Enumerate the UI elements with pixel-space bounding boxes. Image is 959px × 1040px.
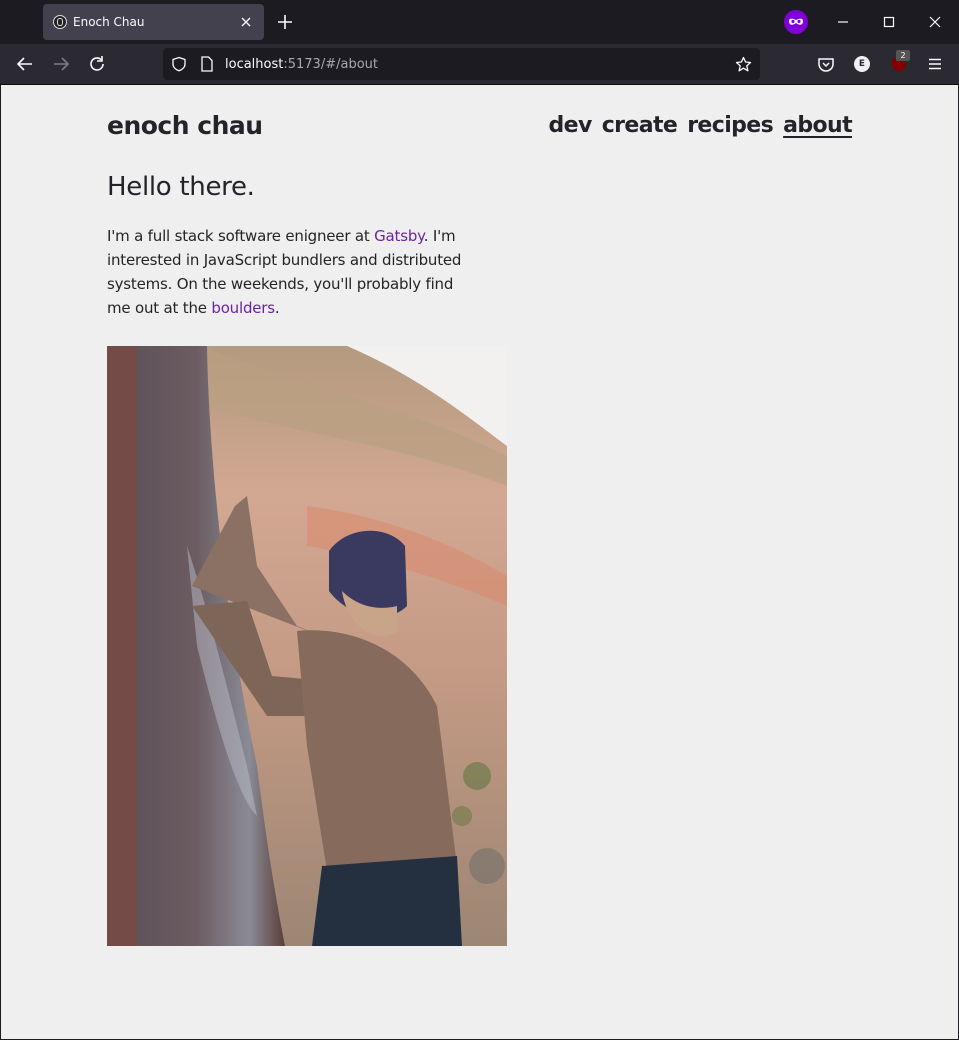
page-viewport: enoch chau dev create recipes about Hell…: [1, 85, 958, 1039]
nav-link-recipes[interactable]: recipes: [687, 113, 774, 138]
star-icon[interactable]: [735, 56, 752, 73]
plus-icon[interactable]: [274, 11, 296, 33]
extension-e-icon[interactable]: E: [854, 56, 870, 72]
site-title[interactable]: enoch chau: [107, 111, 263, 140]
bio-paragraph: I'm a full stack software enigneer at Ga…: [107, 224, 475, 320]
site-nav: dev create recipes about: [548, 113, 852, 138]
close-icon[interactable]: [236, 12, 256, 32]
navigation-toolbar: localhost:5173/#/about E 2: [0, 44, 959, 85]
bouldering-photo: [107, 346, 507, 946]
url-text: localhost:5173/#/about: [225, 57, 378, 72]
menu-icon[interactable]: [924, 53, 946, 75]
forward-arrow-icon[interactable]: [50, 53, 72, 75]
nav-link-create[interactable]: create: [602, 113, 678, 138]
shield-icon[interactable]: [171, 56, 187, 72]
tab-title: Enoch Chau: [73, 15, 145, 29]
pocket-icon[interactable]: [815, 53, 837, 75]
nav-link-dev[interactable]: dev: [548, 113, 592, 138]
gatsby-link[interactable]: Gatsby: [374, 227, 424, 245]
tab-strip: Enoch Chau: [0, 0, 959, 44]
browser-tab[interactable]: Enoch Chau: [43, 4, 264, 40]
url-bar[interactable]: localhost:5173/#/about: [163, 48, 760, 80]
page-heading: Hello there.: [107, 172, 255, 202]
maximize-icon[interactable]: [877, 10, 901, 34]
window-close-icon[interactable]: [923, 10, 947, 34]
reload-icon[interactable]: [86, 53, 108, 75]
favicon-icon: [53, 15, 67, 29]
extension-badge: 2: [896, 50, 910, 61]
page-icon[interactable]: [200, 56, 214, 72]
minimize-icon[interactable]: [831, 10, 855, 34]
nav-link-about[interactable]: about: [783, 113, 852, 138]
url-path: :5173/#/about: [283, 57, 378, 72]
bio-text: I'm a full stack software enigneer at: [107, 227, 375, 245]
bio-text: .: [274, 299, 280, 317]
private-mask-icon[interactable]: [784, 10, 808, 34]
back-arrow-icon[interactable]: [14, 53, 36, 75]
boulders-link[interactable]: boulders: [211, 299, 275, 317]
url-host: localhost: [225, 57, 284, 72]
